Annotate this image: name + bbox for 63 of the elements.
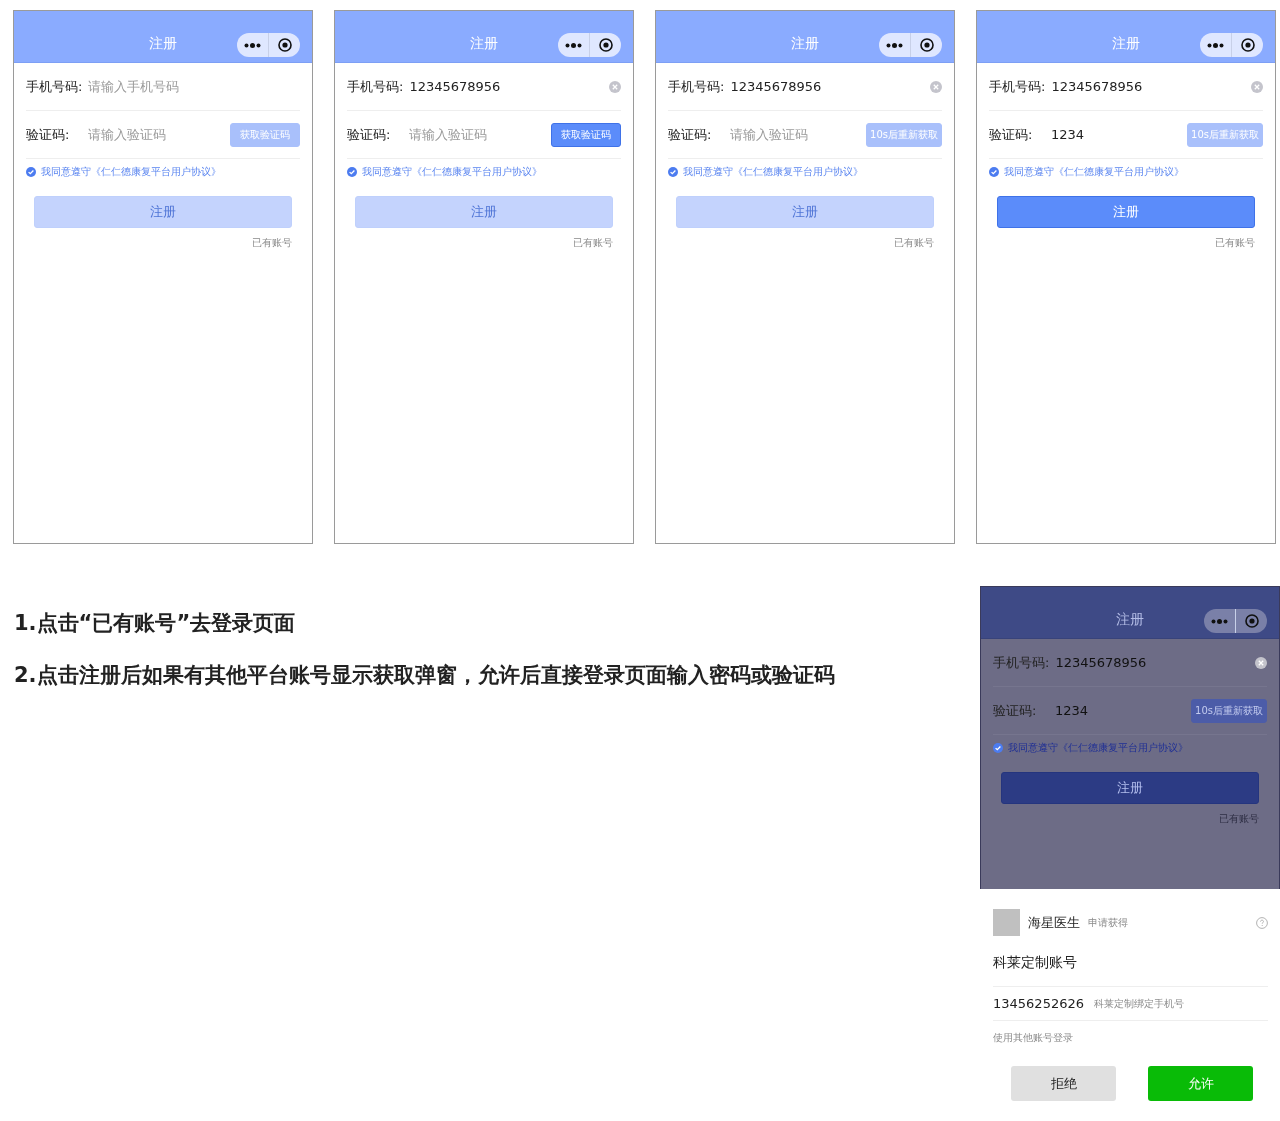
field-label: 手机号码: bbox=[989, 77, 1046, 96]
account-phone: 13456252626 bbox=[993, 996, 1084, 1011]
field-label: 验证码: bbox=[26, 125, 71, 144]
page-title: 注册 bbox=[791, 35, 819, 53]
agreement-link[interactable]: 我同意遵守《仁仁德康复平台用户协议》 bbox=[683, 165, 863, 179]
agreement-link[interactable]: 我同意遵守《仁仁德康复平台用户协议》 bbox=[41, 165, 221, 179]
more-icon[interactable] bbox=[565, 42, 582, 48]
close-target-icon[interactable] bbox=[277, 38, 292, 52]
close-target-icon[interactable] bbox=[598, 38, 613, 52]
phone-input[interactable]: 12345678956 bbox=[409, 79, 609, 94]
close-target-icon[interactable] bbox=[919, 38, 934, 52]
checkbox-icon[interactable] bbox=[347, 167, 357, 177]
page-title: 注册 bbox=[149, 35, 177, 53]
field-label: 手机号码: bbox=[993, 653, 1050, 672]
page-title: 注册 bbox=[470, 35, 498, 53]
field-label: 验证码: bbox=[347, 125, 392, 144]
more-icon[interactable] bbox=[1207, 42, 1224, 48]
code-input[interactable]: 请输入验证码 bbox=[88, 127, 230, 142]
more-icon[interactable] bbox=[244, 42, 261, 48]
get-code-button[interactable]: 获取验证码 bbox=[551, 122, 621, 147]
login-link[interactable]: 已有账号 bbox=[894, 236, 934, 250]
field-label: 验证码: bbox=[989, 125, 1034, 144]
note-text: 1.点击“已有账号”去登录页面 bbox=[14, 610, 297, 636]
page-title: 注册 bbox=[1112, 35, 1140, 53]
agreement-link[interactable]: 我同意遵守《仁仁德康复平台用户协议》 bbox=[1004, 165, 1184, 179]
account-option[interactable]: 13456252626 科莱定制绑定手机号 bbox=[993, 987, 1268, 1021]
code-input[interactable]: 1234 bbox=[1051, 127, 1188, 142]
field-label: 验证码: bbox=[993, 701, 1038, 720]
clear-icon[interactable] bbox=[1255, 656, 1267, 669]
page-title: 注册 bbox=[1116, 611, 1144, 629]
request-text: 申请获得 bbox=[1088, 915, 1128, 930]
login-link[interactable]: 已有账号 bbox=[1215, 236, 1255, 250]
app-avatar bbox=[993, 909, 1020, 936]
close-target-icon[interactable] bbox=[1240, 38, 1255, 52]
phone-input[interactable]: 12345678956 bbox=[730, 79, 930, 94]
login-link[interactable]: 已有账号 bbox=[252, 236, 292, 250]
register-button[interactable]: 注册 bbox=[997, 196, 1255, 228]
checkbox-icon[interactable] bbox=[993, 743, 1003, 753]
app-name: 海星医生 bbox=[1028, 913, 1080, 932]
agreement-link[interactable]: 我同意遵守《仁仁德康复平台用户协议》 bbox=[1008, 741, 1188, 755]
login-link[interactable]: 已有账号 bbox=[573, 236, 613, 250]
phone-input[interactable]: 12345678956 bbox=[1051, 79, 1251, 94]
other-account-link[interactable]: 使用其他账号登录 bbox=[993, 1031, 1268, 1045]
code-input[interactable]: 请输入验证码 bbox=[409, 127, 551, 142]
field-label: 验证码: bbox=[668, 125, 713, 144]
more-icon[interactable] bbox=[886, 42, 903, 48]
account-note: 科莱定制绑定手机号 bbox=[1094, 996, 1184, 1011]
allow-button[interactable]: 允许 bbox=[1148, 1066, 1253, 1101]
phone-input[interactable]: 请输入手机号码 bbox=[88, 79, 300, 94]
field-label: 手机号码: bbox=[347, 77, 404, 96]
register-button[interactable]: 注册 bbox=[1001, 772, 1259, 804]
field-label: 手机号码: bbox=[26, 77, 83, 96]
field-label: 手机号码: bbox=[668, 77, 725, 96]
phone-input[interactable]: 12345678956 bbox=[1055, 655, 1255, 670]
deny-button[interactable]: 拒绝 bbox=[1011, 1066, 1116, 1101]
checkbox-icon[interactable] bbox=[26, 167, 36, 177]
checkbox-icon[interactable] bbox=[668, 167, 678, 177]
note-text: 2.点击注册后如果有其他平台账号显示获取弹窗，允许后直接登录页面输入密码或验证码 bbox=[14, 662, 836, 688]
scope-title: 科莱定制账号 bbox=[993, 936, 1268, 987]
code-input[interactable]: 1234 bbox=[1055, 703, 1192, 718]
checkbox-icon[interactable] bbox=[989, 167, 999, 177]
agreement-link[interactable]: 我同意遵守《仁仁德康复平台用户协议》 bbox=[362, 165, 542, 179]
code-input[interactable]: 请输入验证码 bbox=[730, 127, 867, 142]
